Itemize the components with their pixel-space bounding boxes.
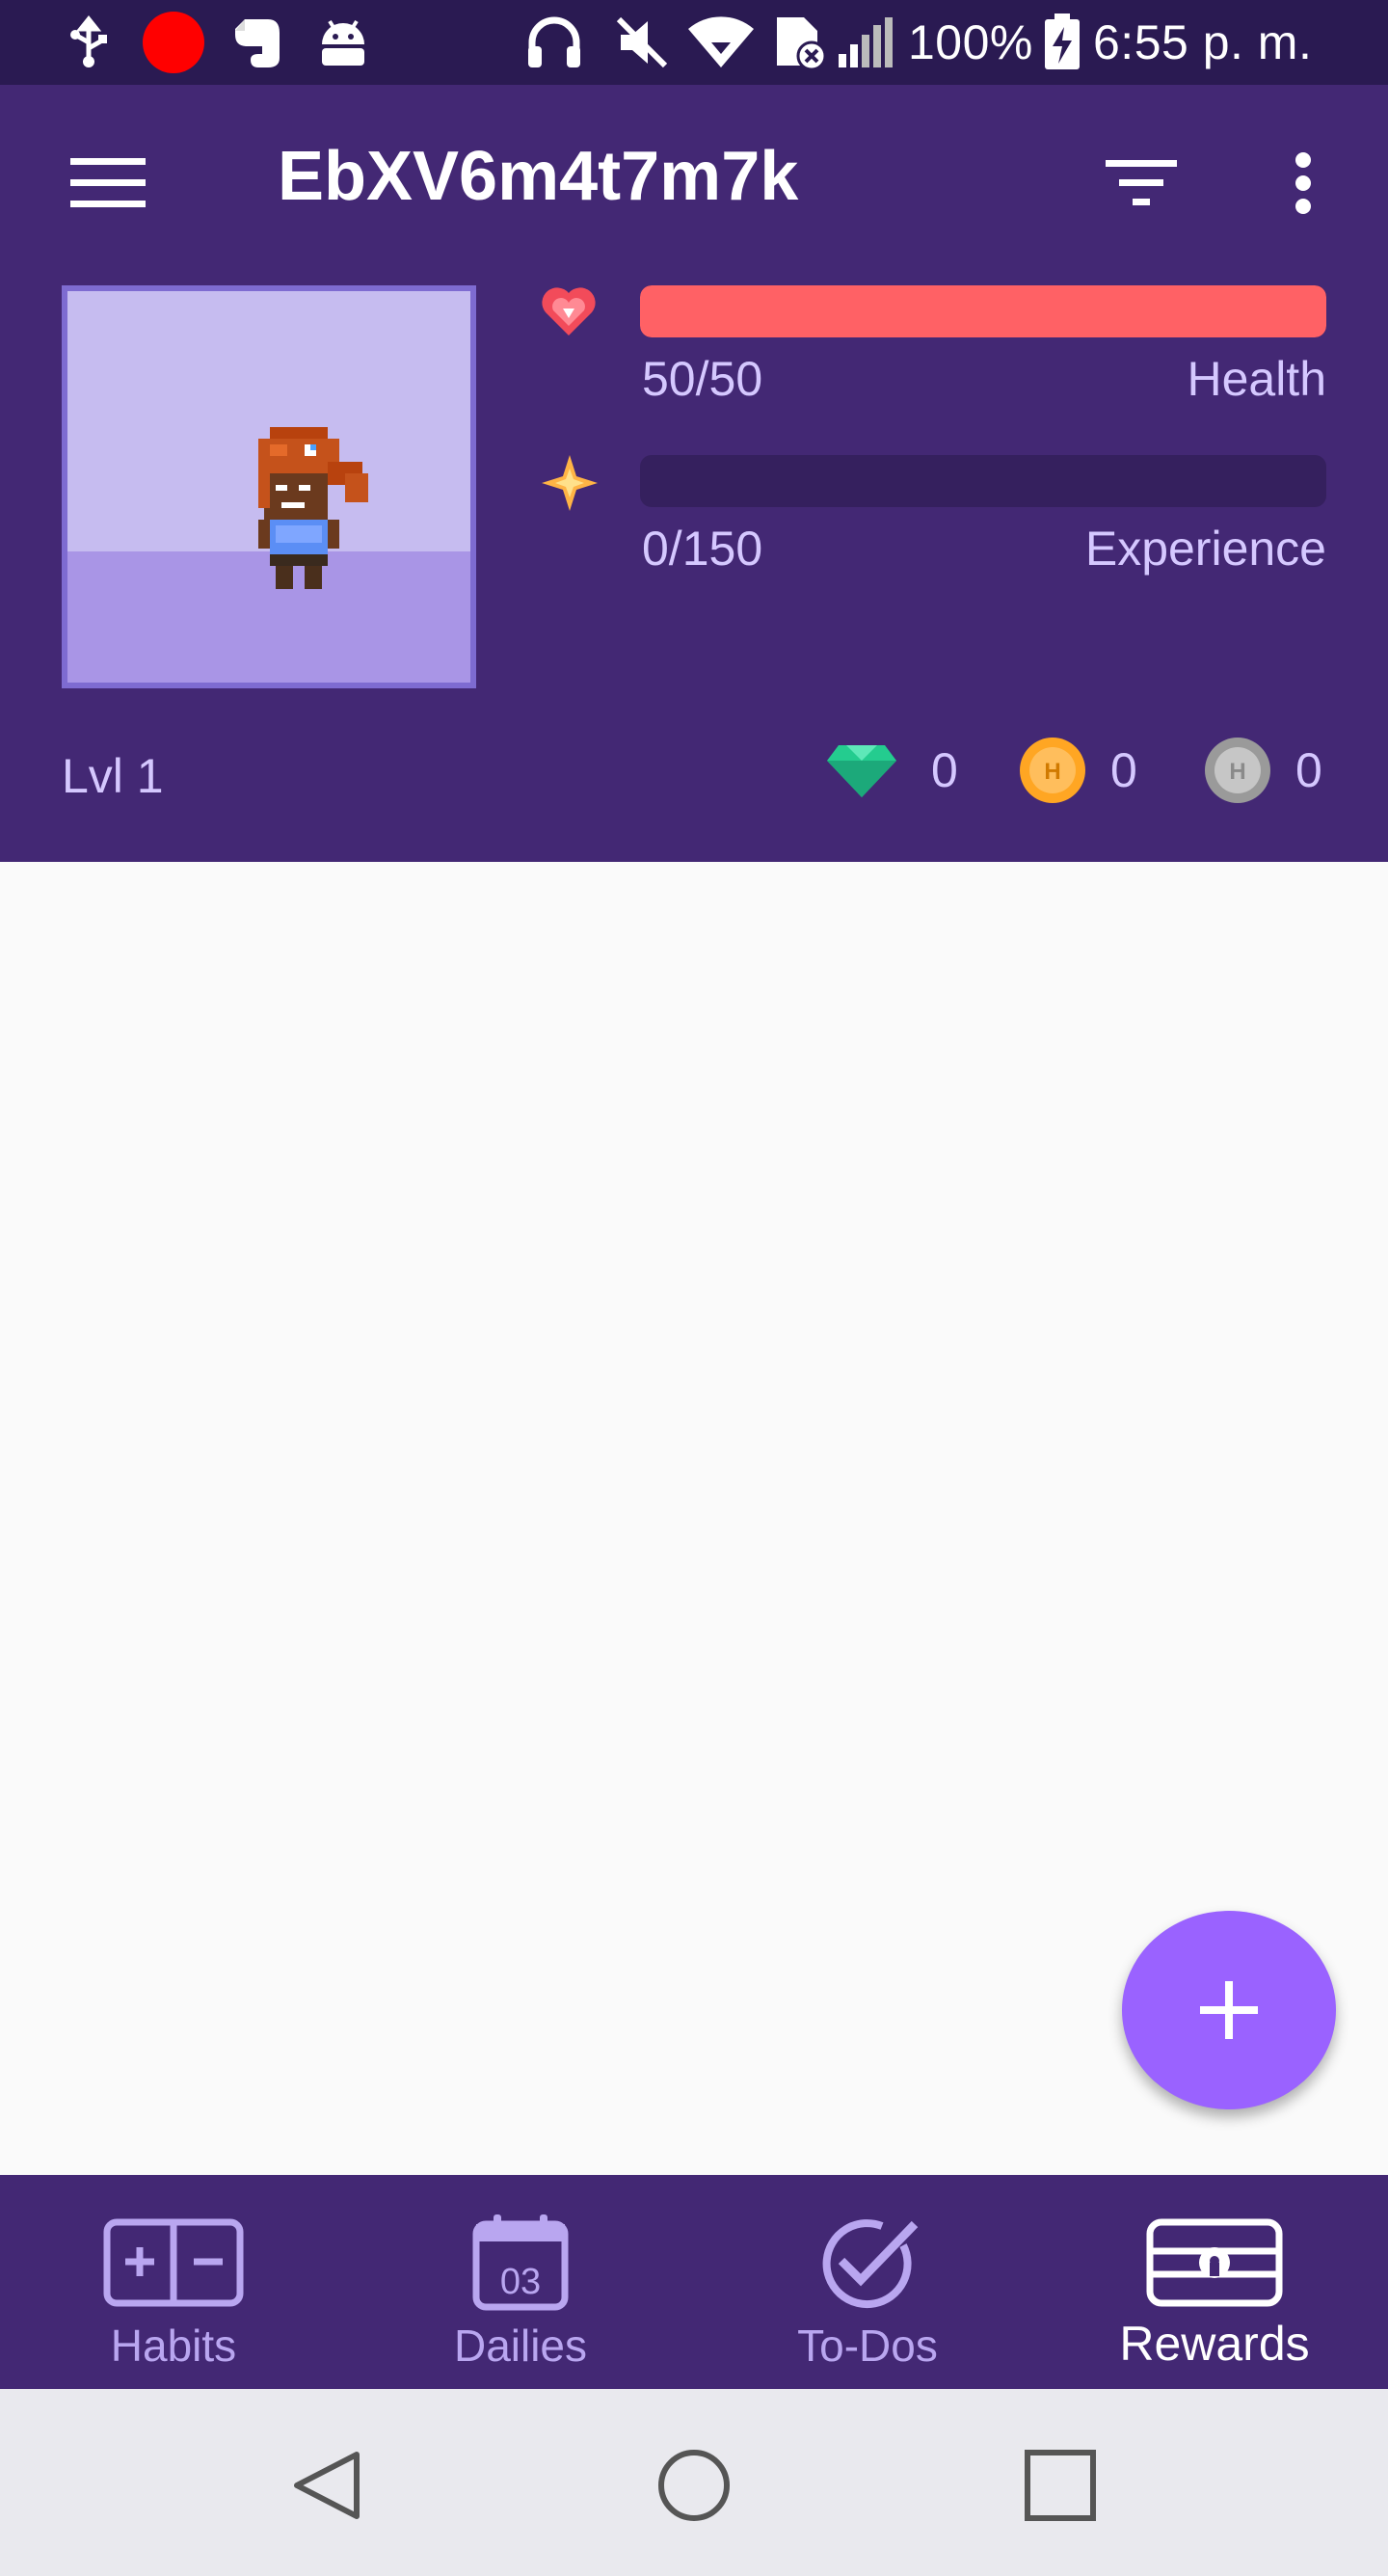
experience-bar xyxy=(640,455,1326,507)
health-label: Health xyxy=(1187,352,1326,406)
level-label: Lvl 1 xyxy=(62,749,164,803)
gold-coin-icon: H xyxy=(1020,738,1085,803)
calendar-day: 03 xyxy=(500,2262,541,2302)
health-value: 50/50 xyxy=(642,352,763,406)
recents-icon[interactable] xyxy=(1024,2449,1097,2527)
health-bar-fill xyxy=(640,285,1326,337)
page-title: EbXV6m4t7m7k xyxy=(278,138,799,215)
headphones-icon xyxy=(524,0,584,85)
experience-star-icon xyxy=(540,453,598,511)
wifi-icon xyxy=(686,0,756,85)
sim-error-icon xyxy=(771,0,829,85)
app-bar: EbXV6m4t7m7k xyxy=(0,85,1388,283)
gold-counter: H 0 xyxy=(1018,737,1137,804)
gems-count: 0 xyxy=(931,743,958,797)
hourglass-count: 0 xyxy=(1295,743,1322,797)
menu-icon[interactable] xyxy=(58,133,158,233)
svg-text:H: H xyxy=(1229,759,1245,785)
mute-icon xyxy=(613,0,671,85)
home-icon[interactable] xyxy=(655,2449,733,2527)
gem-icon xyxy=(827,745,896,797)
check-circle-icon xyxy=(814,2210,921,2316)
bottom-navigation: Habits 03 Dailies To-Dos Rewards xyxy=(0,2175,1388,2389)
android-icon xyxy=(314,0,372,85)
calendar-icon: 03 xyxy=(470,2210,571,2316)
tab-todos-label: To-Dos xyxy=(797,2321,938,2371)
heart-icon xyxy=(540,283,598,341)
back-icon[interactable] xyxy=(289,2449,362,2527)
gems-counter[interactable]: 0 xyxy=(825,737,958,804)
evernote-icon xyxy=(231,0,285,85)
hourglass-counter: H 0 xyxy=(1203,737,1322,804)
tab-rewards-label: Rewards xyxy=(1119,2317,1310,2371)
tab-todos[interactable]: To-Dos xyxy=(694,2175,1041,2389)
avatar[interactable] xyxy=(62,285,476,688)
battery-percent: 100% xyxy=(908,15,1033,69)
usb-icon xyxy=(66,0,112,85)
experience-label: Experience xyxy=(1084,522,1326,576)
signal-icon xyxy=(837,0,894,85)
tab-dailies[interactable]: 03 Dailies xyxy=(347,2175,694,2389)
tab-habits-label: Habits xyxy=(110,2321,237,2371)
record-icon xyxy=(143,0,204,85)
more-options-icon[interactable] xyxy=(1253,133,1353,233)
tab-rewards[interactable]: Rewards xyxy=(1041,2175,1388,2389)
add-reward-button[interactable] xyxy=(1122,1911,1336,2109)
filter-icon[interactable] xyxy=(1095,133,1188,233)
clock: 6:55 p. m. xyxy=(1093,15,1313,69)
gold-count: 0 xyxy=(1110,743,1137,797)
experience-value: 0/150 xyxy=(642,522,763,576)
stats-header: 50/50 Health 0/150 Experience Lvl 1 0 H … xyxy=(0,283,1388,862)
habits-icon xyxy=(103,2210,244,2316)
system-navigation-bar xyxy=(0,2389,1388,2576)
svg-text:H: H xyxy=(1044,759,1060,785)
battery-charging-icon xyxy=(1043,0,1081,85)
character-sprite xyxy=(258,427,368,589)
status-bar: 100% 6:55 p. m. xyxy=(0,0,1388,85)
tab-dailies-label: Dailies xyxy=(453,2321,588,2371)
silver-coin-icon: H xyxy=(1205,738,1270,803)
plus-icon xyxy=(1200,1981,1258,2039)
tab-habits[interactable]: Habits xyxy=(0,2175,347,2389)
treasure-chest-icon xyxy=(1144,2210,1285,2316)
health-bar xyxy=(640,285,1326,337)
